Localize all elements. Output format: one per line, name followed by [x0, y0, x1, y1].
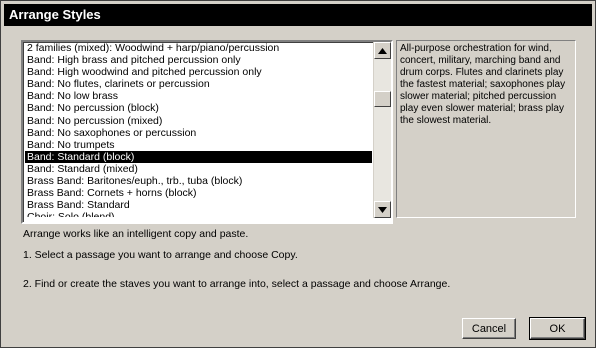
list-item[interactable]: Brass Band: Baritones/euph., trb., tuba …: [25, 175, 372, 187]
ok-button[interactable]: OK: [529, 317, 586, 340]
list-item[interactable]: Band: No saxophones or percussion: [25, 127, 372, 139]
triangle-down-icon: [378, 206, 387, 213]
instructions-step-1: 1. Select a passage you want to arrange …: [23, 249, 298, 261]
list-item[interactable]: Band: No percussion (block): [25, 102, 372, 114]
list-item[interactable]: Brass Band: Cornets + horns (block): [25, 187, 372, 199]
list-item[interactable]: Band: High woodwind and pitched percussi…: [25, 66, 372, 78]
scroll-up-button[interactable]: [374, 42, 391, 59]
list-item[interactable]: Band: No trumpets: [25, 139, 372, 151]
list-item[interactable]: Brass Band: Standard: [25, 199, 372, 211]
styles-list-items: 2 families (mixed): Woodwind + harp/pian…: [25, 42, 372, 217]
list-item-partial[interactable]: Choir: Solo (blend): [25, 211, 372, 217]
arrange-styles-dialog: Arrange Styles 2 families (mixed): Woodw…: [0, 0, 596, 348]
vertical-scrollbar[interactable]: [373, 42, 391, 218]
style-description: All-purpose orchestration for wind, conc…: [396, 40, 576, 218]
scrollbar-thumb[interactable]: [374, 91, 391, 107]
instructions-intro: Arrange works like an intelligent copy a…: [23, 228, 249, 240]
list-item-selected[interactable]: Band: Standard (block): [25, 150, 372, 163]
cancel-button[interactable]: Cancel: [462, 318, 516, 339]
list-item[interactable]: 2 families (mixed): Woodwind + harp/pian…: [25, 42, 372, 54]
list-item[interactable]: Band: Standard (mixed): [25, 163, 372, 175]
window-title: Arrange Styles: [4, 4, 592, 26]
instructions-step-2: 2. Find or create the staves you want to…: [23, 278, 451, 290]
scroll-down-button[interactable]: [374, 201, 391, 218]
styles-listbox[interactable]: 2 families (mixed): Woodwind + harp/pian…: [21, 40, 393, 224]
triangle-up-icon: [378, 47, 387, 54]
list-item[interactable]: Band: No flutes, clarinets or percussion: [25, 78, 372, 90]
list-item[interactable]: Band: No percussion (mixed): [25, 115, 372, 127]
list-item[interactable]: Band: High brass and pitched percussion …: [25, 54, 372, 66]
list-item[interactable]: Band: No low brass: [25, 90, 372, 102]
